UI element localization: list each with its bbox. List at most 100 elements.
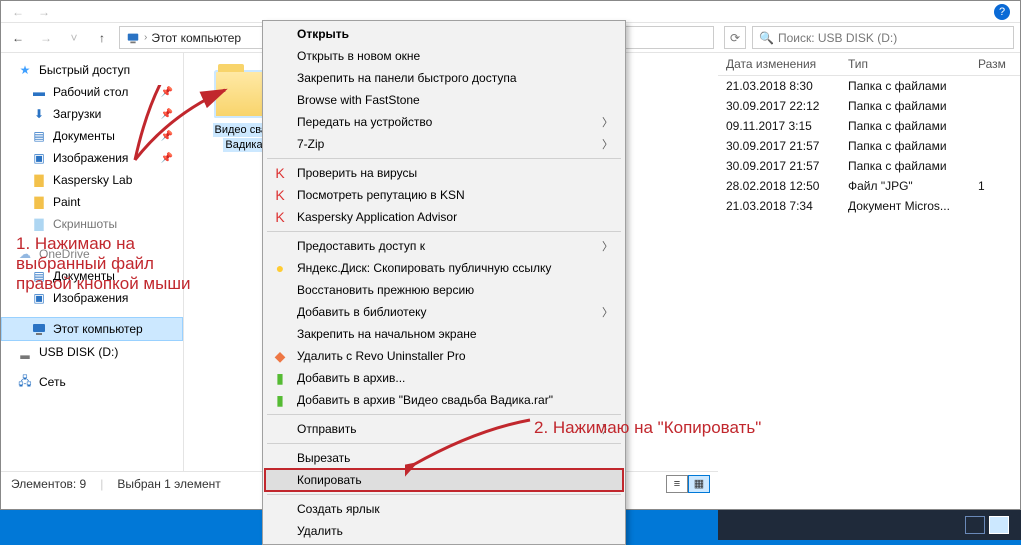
cell-date: 28.02.2018 12:50 xyxy=(726,179,848,193)
sidebar-kaspersky[interactable]: ▇ Kaspersky Lab xyxy=(1,169,183,191)
sidebar-this-pc[interactable]: Этот компьютер xyxy=(1,317,183,341)
sidebar-item-label: Загрузки xyxy=(53,107,101,121)
sidebar-quick-access[interactable]: ★ Быстрый доступ xyxy=(1,59,183,81)
file-list: 21.03.2018 8:30Папка с файлами30.09.2017… xyxy=(718,76,1020,216)
dropdown-history-icon[interactable]: ˅ xyxy=(63,27,85,49)
rar-icon: ▮ xyxy=(271,391,289,409)
menu-label: Добавить в архив "Видео свадьба Вадика.r… xyxy=(297,393,553,407)
kaspersky-icon: K xyxy=(271,186,289,204)
menu-label: Закрепить на начальном экране xyxy=(297,327,477,341)
menu-create-shortcut[interactable]: Создать ярлык xyxy=(265,498,623,520)
help-icon[interactable]: ? xyxy=(994,4,1010,20)
forward-button-2[interactable]: → xyxy=(35,27,57,49)
table-row[interactable]: 30.09.2017 21:57Папка с файлами xyxy=(726,136,1020,156)
back-button-2[interactable]: ← xyxy=(7,27,29,49)
menu-kaa[interactable]: KKaspersky Application Advisor xyxy=(265,206,623,228)
back-button[interactable]: ← xyxy=(7,1,29,23)
menu-yandex-disk[interactable]: ●Яндекс.Диск: Скопировать публичную ссыл… xyxy=(265,257,623,279)
menu-delete[interactable]: Удалить xyxy=(265,520,623,542)
cell-type: Папка с файлами xyxy=(848,119,978,133)
separator xyxy=(267,414,621,415)
menu-cut[interactable]: Вырезать xyxy=(265,447,623,469)
table-row[interactable]: 21.03.2018 7:34Документ Micros... xyxy=(726,196,1020,216)
menu-pin-start[interactable]: Закрепить на начальном экране xyxy=(265,323,623,345)
forward-button[interactable]: → xyxy=(33,1,55,23)
pin-icon: 📌 xyxy=(161,87,173,98)
icons-view-icon[interactable] xyxy=(989,516,1009,534)
documents-icon: ▤ xyxy=(31,128,47,144)
col-date[interactable]: Дата изменения xyxy=(726,57,848,71)
cell-date: 21.03.2018 8:30 xyxy=(726,79,848,93)
status-selected: Выбран 1 элемент xyxy=(117,477,220,491)
menu-faststone[interactable]: Browse with FastStone xyxy=(265,89,623,111)
menu-label: Проверить на вирусы xyxy=(297,166,417,180)
menu-scan-virus[interactable]: KПроверить на вирусы xyxy=(265,162,623,184)
sidebar-pictures[interactable]: ▣ Изображения 📌 xyxy=(1,147,183,169)
cell-date: 30.09.2017 22:12 xyxy=(726,99,848,113)
folder-label: Вадика xyxy=(223,138,264,152)
sidebar-paint[interactable]: ▇ Paint xyxy=(1,191,183,213)
menu-label: Восстановить прежнюю версию xyxy=(297,283,474,297)
menu-revo[interactable]: ◆Удалить с Revo Uninstaller Pro xyxy=(265,345,623,367)
menu-ksn[interactable]: K Посмотреть репутацию в KSN xyxy=(265,184,623,206)
menu-label: Предоставить доступ к xyxy=(297,239,425,253)
separator xyxy=(267,494,621,495)
menu-copy[interactable]: Копировать xyxy=(265,469,623,491)
table-row[interactable]: 21.03.2018 8:30Папка с файлами xyxy=(726,76,1020,96)
chevron-right-icon: 〉 xyxy=(602,304,613,320)
menu-add-archive[interactable]: ▮Добавить в архив... xyxy=(265,367,623,389)
sidebar-documents[interactable]: ▤ Документы 📌 xyxy=(1,125,183,147)
menu-add-library[interactable]: Добавить в библиотеку〉 xyxy=(265,301,623,323)
cell-date: 21.03.2018 7:34 xyxy=(726,199,848,213)
menu-cast-to-device[interactable]: Передать на устройство 〉 xyxy=(265,111,623,133)
sidebar-item-label: Этот компьютер xyxy=(53,322,143,336)
menu-open-new-window[interactable]: Открыть в новом окне xyxy=(265,45,623,67)
sidebar-item-label: Быстрый доступ xyxy=(39,63,130,77)
menu-share-access[interactable]: Предоставить доступ к〉 xyxy=(265,235,623,257)
sidebar-usb-disk[interactable]: ▂ USB DISK (D:) xyxy=(1,341,183,363)
table-row[interactable]: 28.02.2018 12:50Файл "JPG"1 xyxy=(726,176,1020,196)
sidebar-item-label: USB DISK (D:) xyxy=(39,345,118,359)
sidebar-network[interactable]: 🖧 Сеть xyxy=(1,371,183,393)
folder-icon: ▇ xyxy=(31,194,47,210)
sidebar-downloads[interactable]: ⬇ Загрузки 📌 xyxy=(1,103,183,125)
sidebar-screenshots[interactable]: ▇ Скриншоты xyxy=(1,213,183,235)
refresh-button[interactable]: ⟳ xyxy=(724,26,746,49)
pin-icon: 📌 xyxy=(161,153,173,164)
sidebar-item-label: Сеть xyxy=(39,375,66,389)
cell-size xyxy=(978,99,1020,113)
star-icon: ★ xyxy=(17,62,33,78)
table-row[interactable]: 30.09.2017 22:12Папка с файлами xyxy=(726,96,1020,116)
chevron-right-icon: 〉 xyxy=(602,114,613,130)
col-type[interactable]: Тип xyxy=(848,57,978,71)
cell-type: Папка с файлами xyxy=(848,139,978,153)
sidebar-item-label: Скриншоты xyxy=(53,217,117,231)
details-view-icon[interactable]: ≡ xyxy=(666,475,688,493)
col-size[interactable]: Разм xyxy=(978,57,1020,71)
annotation-1: 1. Нажимаю навыбранный файлправой кнопко… xyxy=(16,234,190,294)
context-menu: Открыть Открыть в новом окне Закрепить н… xyxy=(262,20,626,545)
menu-restore-version[interactable]: Восстановить прежнюю версию xyxy=(265,279,623,301)
breadcrumb[interactable]: Этот компьютер xyxy=(151,31,241,45)
search-input[interactable]: 🔍 Поиск: USB DISK (D:) xyxy=(752,26,1014,49)
chevron-right-icon: › xyxy=(144,32,147,43)
menu-label: Kaspersky Application Advisor xyxy=(297,210,457,224)
column-headers[interactable]: Дата изменения Тип Разм xyxy=(718,53,1020,76)
sidebar-item-label: Изображения xyxy=(53,151,128,165)
sidebar-desktop[interactable]: ▬ Рабочий стол 📌 xyxy=(1,81,183,103)
annotation-2: 2. Нажимаю на "Копировать" xyxy=(534,418,761,438)
menu-label: Добавить в архив... xyxy=(297,371,405,385)
menu-label: Посмотреть репутацию в KSN xyxy=(297,188,465,202)
menu-open[interactable]: Открыть xyxy=(265,23,623,45)
details-view-icon[interactable] xyxy=(965,516,985,534)
menu-add-archive-named[interactable]: ▮ Добавить в архив "Видео свадьба Вадика.… xyxy=(265,389,623,411)
menu-pin-quick-access[interactable]: Закрепить на панели быстрого доступа xyxy=(265,67,623,89)
icons-view-icon[interactable]: ▦ xyxy=(688,475,710,493)
up-button[interactable]: ↑ xyxy=(91,27,113,49)
view-toggle[interactable]: ≡ ▦ xyxy=(666,475,710,493)
menu-label: Передать на устройство xyxy=(297,115,432,129)
table-row[interactable]: 30.09.2017 21:57Папка с файлами xyxy=(726,156,1020,176)
menu-label: Яндекс.Диск: Скопировать публичную ссылк… xyxy=(297,261,551,275)
menu-7zip[interactable]: 7-Zip〉 xyxy=(265,133,623,155)
table-row[interactable]: 09.11.2017 3:15Папка с файлами xyxy=(726,116,1020,136)
